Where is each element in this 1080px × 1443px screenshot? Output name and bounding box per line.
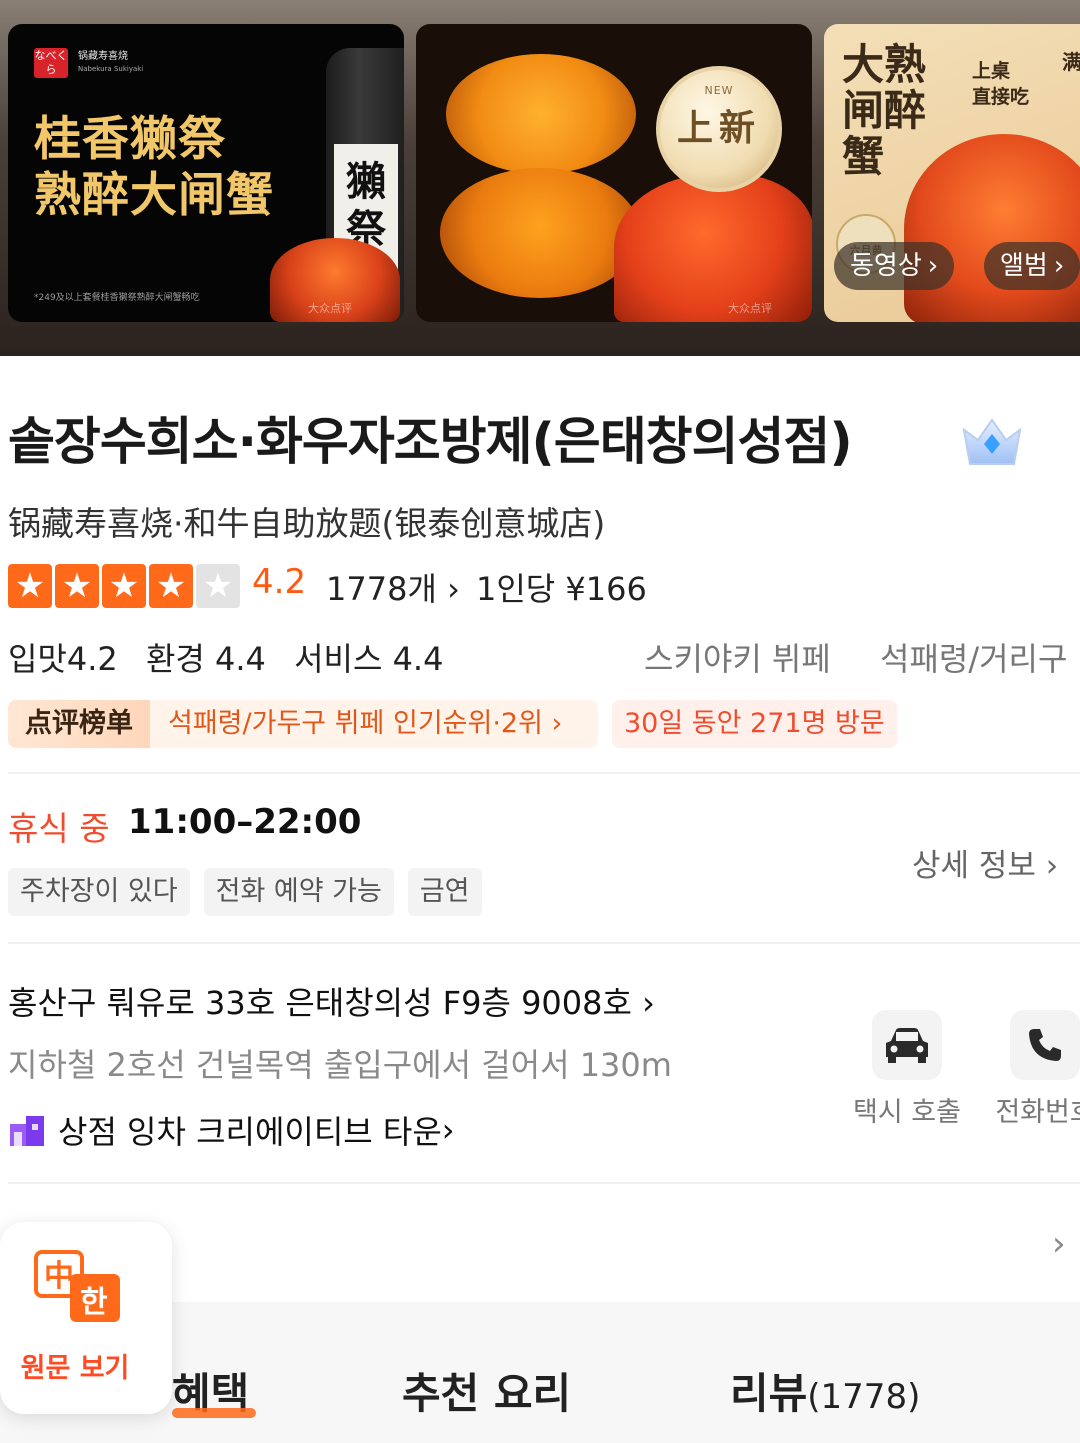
price-per-person: 1인당 ¥166 <box>476 570 647 608</box>
chevron-right-icon: › <box>631 984 655 1022</box>
star-full-icon: ★ <box>102 564 146 608</box>
divider <box>8 1182 1080 1184</box>
watermark-text: 大众点评 <box>308 302 352 315</box>
translate-icon-ko: 한 <box>80 1285 108 1320</box>
chevron-right-icon: › <box>1053 251 1065 281</box>
banner-headline: 桂香獭祭 熟醉大闸蟹 <box>34 112 274 224</box>
store-category[interactable]: 스키야키 뷔페 <box>644 634 831 680</box>
active-tab-indicator <box>172 1408 256 1418</box>
chevron-right-icon: › <box>542 708 563 739</box>
facility-tag: 금연 <box>407 868 482 916</box>
new-badge-text: 上新 <box>676 108 761 149</box>
taxi-call-label: 택시 호출 <box>853 1097 961 1128</box>
mall-link[interactable]: 상점 잉차 크리에이티브 타운 › <box>8 1108 455 1152</box>
phone-label: 전화번호 <box>995 1097 1080 1128</box>
environment-score: 환경 4.4 <box>145 640 266 678</box>
chevron-right-icon: › <box>1035 848 1059 884</box>
chevron-right-icon[interactable]: › <box>1052 1224 1066 1264</box>
banner-card-promo-2[interactable]: NEW 上新 大众点评 <box>416 24 812 322</box>
media-banner-strip: なべくら 锅藏寿喜烧 Nabekura Sukiyaki 桂香獭祭 熟醉大闸蟹 … <box>0 0 1080 356</box>
crab-roe-image-top <box>446 54 636 174</box>
banner-headline-line2: 熟醉大闸蟹 <box>34 168 274 223</box>
phone-button-bg <box>1010 1010 1080 1080</box>
address-text: 홍산구 뤄유로 33호 은태창의성 F9층 9008호 <box>8 984 632 1022</box>
banner-footnote: *249及以上套餐桂香獭祭熟醉大闸蟹畅吃 <box>34 293 200 303</box>
view-original-label: 원문 보기 <box>20 1353 130 1384</box>
star-full-icon: ★ <box>55 564 99 608</box>
chevron-right-icon: › <box>436 570 460 608</box>
service-score: 서비스 4.4 <box>294 640 444 678</box>
star-full-icon: ★ <box>149 564 193 608</box>
view-original-button[interactable]: 中 한 원문 보기 <box>0 1222 172 1414</box>
divider <box>8 942 1080 944</box>
chevron-right-icon: › <box>927 251 939 281</box>
new-badge-small: NEW <box>704 84 734 97</box>
chevron-right-icon: › <box>441 1111 455 1149</box>
restaurant-logo: なべくら <box>34 48 68 78</box>
tab-reviews-count: (1778) <box>807 1377 921 1417</box>
banner-top-right-text: 满 <box>1062 50 1080 74</box>
crown-badge-icon <box>962 418 1022 465</box>
star-empty-icon: ★ <box>196 564 240 608</box>
album-button-label: 앨범 <box>1000 251 1048 281</box>
banner-title: 大熟闸醉蟹 <box>842 40 927 181</box>
banner-side-line2: 直接吃 <box>972 86 1030 108</box>
phone-button[interactable]: 전화번호 <box>980 1010 1080 1129</box>
visit-count-badge: 30일 동안 271명 방문 <box>612 700 897 748</box>
star-rating: ★ ★ ★ ★ ★ <box>8 564 240 608</box>
tab-recommended-dishes[interactable]: 추천 요리 <box>402 1360 571 1421</box>
facility-tag: 전화 예약 가능 <box>203 868 394 916</box>
translate-icon: 中 한 <box>34 1250 120 1322</box>
building-icon <box>10 1116 44 1146</box>
banner-brand: 锅藏寿喜烧 Nabekura Sukiyaki <box>78 50 143 76</box>
business-hours: 11:00–22:00 <box>128 802 362 842</box>
banner-headline-line1: 桂香獭祭 <box>34 112 226 167</box>
crab-image <box>614 174 812 322</box>
facility-tags: 주차장이 있다 전화 예약 가능 금연 <box>8 868 482 916</box>
ranking-text-label: 석패령/가두구 뷔페 인기순위·2위 <box>168 708 543 739</box>
sub-scores: 입맛4.2 환경 4.4 서비스 4.4 <box>8 634 461 680</box>
banner-brand-cn: 锅藏寿喜烧 <box>78 51 128 62</box>
watermark-text: 大众点评 <box>728 302 772 315</box>
star-full-icon: ★ <box>8 564 52 608</box>
review-count-link[interactable]: 1778개 › <box>326 564 460 610</box>
mall-name: 상점 잉차 크리에이티브 타운 <box>58 1113 442 1151</box>
taxi-call-button[interactable]: 택시 호출 <box>842 1010 972 1129</box>
tab-reviews-label: 리뷰 <box>730 1369 808 1418</box>
ranking-text: 석패령/가두구 뷔페 인기순위·2위 › <box>168 700 562 748</box>
business-status: 휴식 중 <box>8 809 110 848</box>
subway-directions: 지하철 2호선 건널목역 출입구에서 걸어서 130m <box>8 1046 672 1084</box>
divider <box>8 772 1080 774</box>
banner-side-text: 上桌 直接吃 <box>972 58 1029 110</box>
store-district[interactable]: 석패령/거리구 <box>880 634 1067 680</box>
facility-tag: 주차장이 있다 <box>8 868 190 916</box>
detail-info-label: 상세 정보 <box>912 848 1036 884</box>
taste-score: 입맛4.2 <box>8 640 118 678</box>
banner-side-line1: 上桌 <box>972 60 1011 82</box>
video-button-label: 동영상 <box>850 251 922 281</box>
address-link[interactable]: 홍산구 뤄유로 33호 은태창의성 F9층 9008호 › <box>8 978 655 1024</box>
new-badge: NEW 上新 <box>656 66 782 192</box>
car-icon <box>886 1028 928 1063</box>
detail-info-link[interactable]: 상세 정보 › <box>912 840 1058 885</box>
crab-roe-image-bottom <box>440 168 640 298</box>
ranking-tag: 点评榜单 <box>8 700 150 748</box>
store-original-name: 锅藏寿喜烧·和牛自助放题(银泰创意城店) <box>8 504 606 543</box>
ranking-banner[interactable]: 点评榜单 석패령/가두구 뷔페 인기순위·2위 › <box>8 700 598 748</box>
video-button[interactable]: 동영상 › <box>834 242 955 290</box>
phone-icon <box>1029 1029 1061 1061</box>
store-title: 솥장수희소·화우자조방제(은태창의성점) <box>8 413 853 472</box>
translate-icon-zh: 中 <box>44 1259 74 1294</box>
rating-score: 4.2 <box>252 562 307 602</box>
album-button[interactable]: 앨범 › <box>984 242 1080 290</box>
review-count-text: 1778개 <box>326 570 437 608</box>
tab-reviews[interactable]: 리뷰(1778) <box>730 1360 920 1421</box>
banner-card-promo-1[interactable]: なべくら 锅藏寿喜烧 Nabekura Sukiyaki 桂香獭祭 熟醉大闸蟹 … <box>8 24 404 322</box>
banner-brand-en: Nabekura Sukiyaki <box>78 65 144 73</box>
taxi-button-bg <box>872 1010 942 1080</box>
